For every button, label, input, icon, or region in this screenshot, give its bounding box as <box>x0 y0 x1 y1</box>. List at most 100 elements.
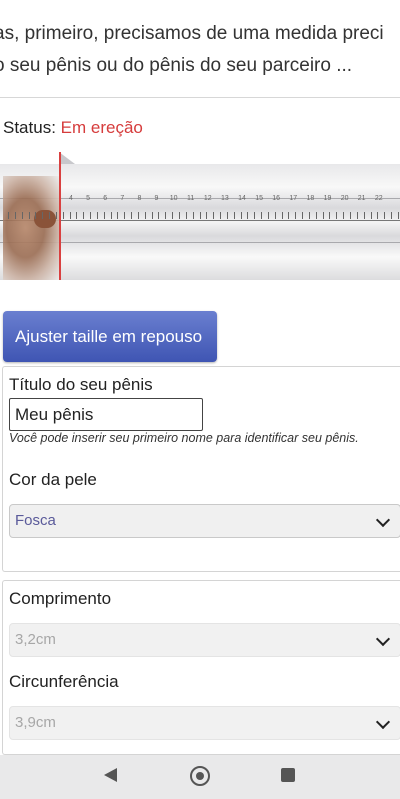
ruler-tick <box>322 212 324 219</box>
ruler-tick <box>247 212 249 219</box>
recent-apps-icon[interactable] <box>281 768 295 782</box>
ruler-tick <box>363 212 365 219</box>
ruler-tick <box>308 212 310 219</box>
ruler-tick <box>62 212 64 219</box>
chevron-down-icon <box>375 512 391 528</box>
ruler-tick <box>144 212 146 219</box>
ruler-tick-label: 7 <box>120 195 125 202</box>
penis-image <box>3 176 59 280</box>
ruler-tick <box>295 212 297 219</box>
ruler-tick <box>55 212 57 219</box>
ruler-tick <box>274 212 276 219</box>
length-label: Comprimento <box>9 589 112 608</box>
intro-line-2: o seu pênis ou do pênis do seu parceiro … <box>0 55 353 76</box>
ruler-tick-label: 6 <box>103 195 108 202</box>
circumference-value: 3,9cm <box>15 714 56 731</box>
ruler-tick-label: 19 <box>323 195 332 202</box>
adjust-size-button[interactable]: Ajuster taille em repouso <box>3 311 217 362</box>
ruler-tick <box>28 212 30 219</box>
ruler-tick <box>185 212 187 219</box>
length-value: 3,2cm <box>15 631 56 648</box>
marker-line[interactable] <box>59 152 61 280</box>
ruler-tick <box>117 212 119 219</box>
ruler-tick <box>21 212 23 219</box>
ruler-tick-label: 12 <box>203 195 212 202</box>
ruler-tick-label: 15 <box>255 195 263 202</box>
ruler-tick-label: 14 <box>238 195 246 202</box>
ruler-tick <box>240 212 242 219</box>
penis-title-input[interactable] <box>9 398 203 431</box>
title-hint: Você pode inserir seu primeiro nome para… <box>9 431 359 445</box>
circumference-select[interactable]: 3,9cm <box>9 706 400 740</box>
ruler-tick <box>96 212 98 219</box>
ruler-tick <box>69 212 71 219</box>
ruler-tick <box>377 212 379 219</box>
ruler-tick-label: 22 <box>374 195 383 202</box>
home-icon[interactable] <box>190 766 210 786</box>
penis-details-card: Título do seu pênis Você pode inserir se… <box>2 366 400 572</box>
intro-line-1: as, primeiro, precisamos de uma medida p… <box>0 23 384 44</box>
ruler-tick <box>158 212 160 219</box>
skin-color-value: Fosca <box>15 512 56 529</box>
ruler-tick <box>151 212 153 219</box>
ruler-tick <box>103 212 105 219</box>
ruler-tick-label: 10 <box>169 195 178 202</box>
ruler-tick <box>329 212 331 219</box>
marker-handle[interactable] <box>59 152 75 164</box>
ruler-tick-label: 18 <box>306 195 315 202</box>
ruler-tick <box>90 212 92 219</box>
ruler-tick <box>391 212 393 219</box>
ruler-tick-label: 16 <box>272 195 281 202</box>
chevron-down-icon <box>375 631 391 647</box>
title-label: Título do seu pênis <box>9 375 153 394</box>
intro-text: as, primeiro, precisamos de uma medida p… <box>0 18 400 82</box>
ruler-tick-label: 9 <box>154 195 159 202</box>
ruler-tick <box>233 212 235 219</box>
ruler-tick <box>42 212 44 219</box>
ruler-tick <box>124 212 126 219</box>
ruler-tick <box>8 212 9 219</box>
ruler-tick <box>267 212 269 219</box>
ruler-tick <box>76 212 78 219</box>
chevron-down-icon <box>375 714 391 730</box>
ruler-tick-label: 11 <box>187 195 195 202</box>
ruler-tick <box>192 212 194 219</box>
ruler-tick <box>302 212 304 219</box>
ruler-tick <box>226 212 228 219</box>
back-icon[interactable] <box>104 768 117 782</box>
ruler-tick <box>343 212 345 219</box>
ruler-tick <box>336 212 338 219</box>
ruler-tick <box>261 212 263 219</box>
ruler-tick <box>370 212 372 219</box>
ruler-tick <box>356 212 358 219</box>
ruler-tick <box>137 212 139 219</box>
ruler-tick <box>172 212 174 219</box>
ruler-tick <box>288 212 290 219</box>
length-select[interactable]: 3,2cm <box>9 623 400 657</box>
system-nav-bar <box>0 755 400 799</box>
measuring-ruler[interactable]: 4 5 6 7 8 9 10 11 12 13 14 15 16 17 18 19 20 21 22 <box>0 152 400 280</box>
ruler-tick <box>281 212 283 219</box>
ruler-tick <box>315 212 317 219</box>
ruler-tick-label: 4 <box>69 195 73 202</box>
ruler-tick <box>220 212 222 219</box>
ruler-tick <box>206 212 208 219</box>
ruler-tick-label: 8 <box>137 195 142 202</box>
ruler-tick-label: 5 <box>86 195 91 202</box>
ruler-tick <box>131 212 133 219</box>
ruler-tick <box>49 212 51 219</box>
skin-color-select[interactable]: Fosca <box>9 504 400 538</box>
ruler-tick <box>83 212 85 219</box>
ruler-tick <box>254 212 256 219</box>
ruler-tick <box>110 212 112 219</box>
measurements-card: Comprimento 3,2cm Circunferência 3,9cm <box>2 580 400 755</box>
ruler-tick <box>35 212 37 219</box>
ruler-tick <box>199 212 201 219</box>
status-label: Status: <box>3 118 56 137</box>
ruler-tick <box>14 212 16 219</box>
skin-color-label: Cor da pele <box>9 470 97 489</box>
circumference-label: Circunferência <box>9 672 119 691</box>
ruler-tick <box>179 212 180 219</box>
ruler-tick <box>397 212 399 219</box>
ruler-tick <box>165 212 167 219</box>
